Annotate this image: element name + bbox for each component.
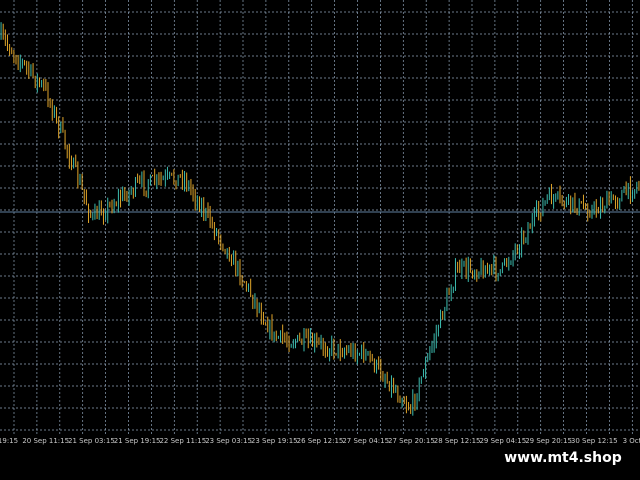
time-axis-label: 20 Sep 11:15 — [22, 437, 70, 445]
time-axis-label: 23 Sep 19:15 — [250, 437, 298, 445]
time-axis-label: 27 Sep 04:15 — [342, 437, 390, 445]
time-axis-label: 27 Sep 20:15 — [388, 437, 435, 445]
time-axis-label: 30 Sep 12:15 — [570, 437, 618, 445]
time-axis-label: 22 Sep 11:15 — [159, 437, 207, 445]
chart-grid — [0, 0, 640, 434]
candle-series — [0, 22, 640, 416]
time-axis-label: 21 Sep 19:15 — [113, 437, 161, 445]
time-axis-label: 23 Sep 03:15 — [205, 437, 252, 445]
time-axis-label: 29 Sep 20:15 — [525, 437, 572, 445]
watermark-text: www.mt4.shop — [504, 450, 622, 466]
time-axis-label: 29 Sep 04:15 — [479, 437, 527, 445]
price-chart[interactable] — [0, 0, 640, 480]
time-axis-label: 26 Sep 12:15 — [296, 437, 344, 445]
time-axis-label: 3 Oct — [622, 437, 640, 445]
time-axis-label: 21 Sep 03:15 — [68, 437, 115, 445]
watermark-badge: www.mt4.shop — [496, 446, 630, 470]
time-axis-label: 19:15 — [0, 437, 19, 445]
time-axis-label: 28 Sep 12:15 — [433, 437, 481, 445]
chart-window[interactable]: 19:15 20 Sep 11:15 21 Sep 03:15 21 Sep 19:1… — [0, 0, 640, 480]
